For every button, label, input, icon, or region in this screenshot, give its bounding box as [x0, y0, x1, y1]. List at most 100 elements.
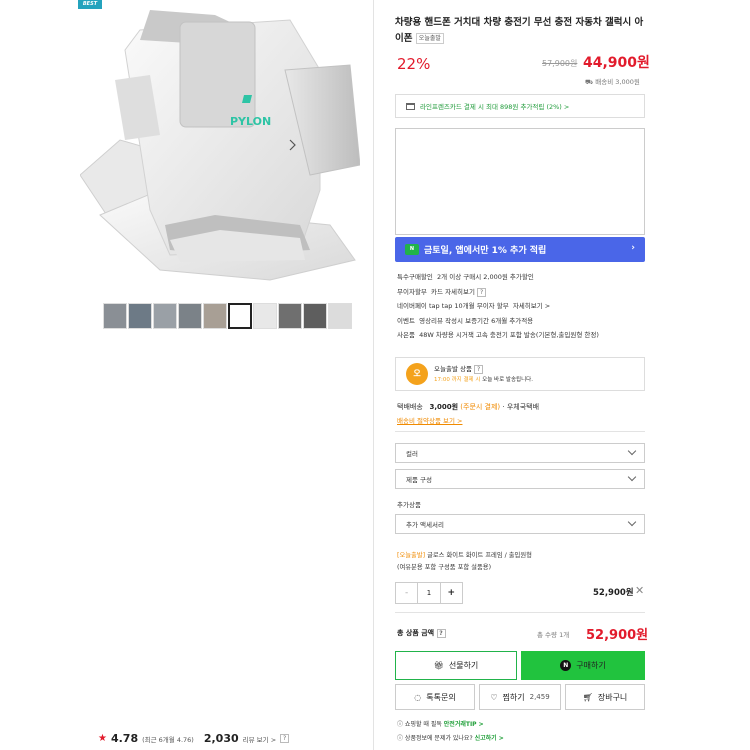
- composition-select[interactable]: 제품 구성: [395, 469, 645, 489]
- talk-inquiry-button[interactable]: ◌ 톡톡문의: [395, 684, 475, 710]
- ship-today-text: 오늘 바로 발송됩니다.: [482, 376, 533, 383]
- rating-row: ★ 4.78 (최근 6개월 4.76) 2,030 리뷰 보기 > ?: [98, 732, 290, 745]
- thumbnail-selected[interactable]: [228, 303, 252, 329]
- safety-tip-link[interactable]: 안전거래TIP >: [444, 721, 484, 728]
- shipping-fee: ⛟ 배송비 3,000원: [585, 76, 640, 87]
- truck-icon: ⛟: [585, 78, 596, 86]
- info-line: 무이자할부 카드 자세히보기 ?: [397, 285, 647, 300]
- cart-button[interactable]: 🛒︎ 장바구니: [565, 684, 645, 710]
- selected-option-name: 글로스 화이트 화이트 프레임 / 출입원형: [425, 552, 532, 559]
- chevron-down-icon: [627, 446, 637, 456]
- buy-button[interactable]: N 구매하기: [521, 651, 645, 680]
- shipping-fee-text: 배송비 3,000원: [595, 78, 640, 86]
- today-ship-tag: 오늘출발: [415, 33, 444, 44]
- today-delivery-box: 오 오늘출발 상품 ? 17:00 까지 결제 시 오늘 바로 발송됩니다.: [395, 357, 645, 391]
- thumbnail[interactable]: [103, 303, 127, 329]
- report-notice: ⓘ 상품정보에 문제가 있나요? 신고하기 >: [397, 733, 504, 742]
- thumbnail[interactable]: [128, 303, 152, 329]
- info-icon: ⓘ: [397, 735, 405, 742]
- today-delivery-title-text: 오늘출발 상품: [434, 364, 472, 373]
- info-line: 이벤트 영상리뷰 작성시 보증기간 6개월 추가적용: [397, 314, 647, 329]
- info-link[interactable]: 카드 자세히보기: [431, 288, 475, 296]
- gift-icon: 🎁︎: [433, 661, 444, 670]
- cutoff-time: 17:00 까지 결제 시: [434, 376, 481, 383]
- product-image[interactable]: PYLON: [80, 10, 360, 295]
- thumbnail[interactable]: [278, 303, 302, 329]
- help-icon[interactable]: ?: [474, 364, 484, 374]
- info-text: 48W 차량용 시거잭 고속 충전기 포함 발송(기본형,출입원형 한정): [419, 331, 599, 339]
- chevron-right-icon: ›: [631, 243, 635, 253]
- safety-notice: ⓘ 쇼핑할 때 필독 안전거래TIP >: [397, 719, 484, 728]
- selected-option-tag: [오늘출발]: [397, 552, 426, 559]
- empty-content-box: [395, 128, 645, 235]
- app-promo-banner[interactable]: N 금토일, 앱에서만 1% 추가 적립 ›: [395, 237, 645, 262]
- total-count: 총 수량 1개: [537, 631, 570, 639]
- card-benefit-banner[interactable]: 라인프렌즈카드 결제 시 최대 898원 추가적립 (2%) >: [395, 94, 645, 118]
- today-delivery-sub: 17:00 까지 결제 시 오늘 바로 발송됩니다.: [434, 375, 533, 385]
- chevron-down-icon: [627, 472, 637, 482]
- npay-icon: N: [560, 660, 572, 671]
- close-icon[interactable]: ✕: [635, 584, 644, 597]
- divider: [395, 431, 645, 432]
- total-label-text: 총 상품 금액: [397, 629, 435, 637]
- column-divider: [373, 0, 374, 750]
- chat-icon: ◌: [414, 692, 422, 702]
- thumbnail[interactable]: [203, 303, 227, 329]
- info-icon: ⓘ: [397, 721, 405, 728]
- star-icon: ★: [98, 733, 107, 744]
- delivery-label: 택배배송: [397, 403, 423, 411]
- color-select-label: 컬러: [406, 450, 418, 458]
- today-delivery-text: 오늘출발 상품 ? 17:00 까지 결제 시 오늘 바로 발송됩니다.: [434, 364, 533, 385]
- total-price: 52,900원: [586, 628, 649, 643]
- cart-icon: 🛒︎: [582, 692, 593, 702]
- rating-value: 4.78: [110, 732, 139, 745]
- add-product-label: 추가상품: [397, 501, 421, 509]
- thumbnail[interactable]: [328, 303, 352, 329]
- quantity-input[interactable]: 1: [418, 583, 439, 603]
- thumbnail-strip: [103, 303, 352, 329]
- help-icon[interactable]: ?: [477, 287, 487, 297]
- card-benefit-text: 라인프렌즈카드 결제 시 최대 898원 추가적립 (2%) >: [420, 103, 570, 111]
- delivery-fee: 3,000원: [429, 403, 459, 411]
- delivery-info: 택배배송 3,000원 (주문시 결제) · 우체국택배: [397, 402, 539, 412]
- review-count[interactable]: 2,030: [204, 732, 239, 745]
- selected-option: [오늘출발] 글로스 화이트 화이트 프레임 / 출입원형 (여유분용 포함 구…: [397, 550, 532, 574]
- benefit-info-list: 특수구매할인 2개 이상 구매시 2,000원 추가할인 무이자할부 카드 자세…: [397, 270, 647, 343]
- info-line: 특수구매할인 2개 이상 구매시 2,000원 추가할인: [397, 270, 647, 285]
- thumbnail[interactable]: [178, 303, 202, 329]
- info-label: 네이버페이 tap tap 10개월 무이자 할부: [397, 302, 509, 310]
- divider: [395, 612, 645, 613]
- talk-button-label: 톡톡문의: [426, 692, 456, 702]
- svg-text:PYLON: PYLON: [230, 115, 271, 128]
- delivery-company: · 우체국택배: [502, 403, 540, 411]
- thumbnail[interactable]: [303, 303, 327, 329]
- gift-button[interactable]: 🎁︎ 선물하기: [395, 651, 517, 680]
- info-text: 2개 이상 구매시 2,000원 추가할인: [437, 273, 534, 281]
- buy-button-label: 구매하기: [576, 661, 606, 670]
- review-link[interactable]: 리뷰 보기 >: [243, 734, 277, 744]
- discount-rate: 22%: [397, 55, 431, 73]
- best-badge: BEST: [78, 0, 102, 9]
- info-link[interactable]: 자세히보기 >: [513, 302, 550, 310]
- help-icon[interactable]: ?: [280, 734, 290, 743]
- increase-button[interactable]: +: [439, 583, 462, 603]
- shipping-saving-link[interactable]: 배송비 절약상품 보기 >: [397, 415, 462, 425]
- help-icon[interactable]: ?: [436, 629, 446, 638]
- thumbnail[interactable]: [253, 303, 277, 329]
- wishlist-count: 2,459: [529, 693, 550, 701]
- add-product-select-label: 추가 액세서리: [406, 521, 444, 529]
- selected-option-line2: (여유분용 포함 구성품 포함 설품용): [397, 564, 492, 571]
- color-select[interactable]: 컬러: [395, 443, 645, 463]
- quantity-stepper: - 1 +: [395, 582, 463, 604]
- composition-select-label: 제품 구성: [406, 476, 432, 484]
- thumbnail[interactable]: [153, 303, 177, 329]
- report-link[interactable]: 신고하기 >: [475, 735, 504, 742]
- heart-icon: ♡: [490, 692, 498, 702]
- wishlist-button[interactable]: ♡ 찜하기 2,459: [479, 684, 561, 710]
- original-price: 57,900원: [542, 59, 578, 68]
- add-product-select[interactable]: 추가 액세서리: [395, 514, 645, 534]
- info-label: 이벤트: [397, 316, 415, 325]
- selected-option-line1: [오늘출발] 글로스 화이트 화이트 프레임 / 출입원형: [397, 550, 532, 562]
- decrease-button[interactable]: -: [396, 583, 419, 603]
- promo-text: 금토일, 앱에서만 1% 추가 적립: [424, 246, 547, 256]
